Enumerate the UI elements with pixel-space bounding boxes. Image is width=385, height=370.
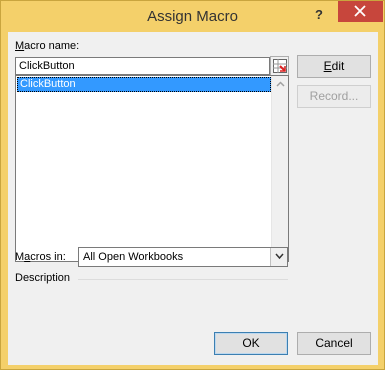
list-item[interactable]: ClickButton: [17, 77, 271, 92]
edit-button-accel: E: [323, 59, 332, 73]
help-icon: ?: [315, 7, 323, 22]
macro-list[interactable]: ClickButton: [15, 75, 289, 262]
macros-in-label-pre: M: [15, 251, 25, 263]
collapse-dialog-button[interactable]: [270, 56, 289, 76]
macro-name-label-text: acro name:: [24, 40, 80, 52]
description-text: [15, 285, 289, 325]
macros-in-dropdown-button[interactable]: [270, 248, 287, 266]
macros-in-label: Macros in:: [15, 251, 66, 263]
close-icon: [354, 5, 366, 17]
edit-button[interactable]: Edit: [297, 55, 371, 78]
description-divider: [78, 279, 288, 280]
macros-in-label-text: cros in:: [30, 251, 66, 263]
macros-in-value: All Open Workbooks: [83, 251, 184, 263]
macro-name-label-accel: M: [15, 40, 25, 52]
cancel-button[interactable]: Cancel: [297, 332, 371, 355]
macro-name-input[interactable]: ClickButton: [15, 57, 270, 75]
edit-button-label: dit: [331, 59, 345, 73]
macro-name-label: Macro name:: [15, 40, 79, 52]
scroll-up-icon[interactable]: [276, 80, 285, 89]
record-button[interactable]: Record...: [297, 85, 371, 108]
help-button[interactable]: ?: [307, 6, 331, 24]
assign-macro-dialog: Assign Macro ? Macro name: ClickButton C…: [0, 0, 385, 370]
title-bar[interactable]: Assign Macro ?: [1, 1, 384, 32]
description-label: Description: [15, 272, 71, 284]
close-button[interactable]: [338, 1, 383, 22]
range-select-icon: [273, 59, 287, 73]
macros-in-select[interactable]: All Open Workbooks: [78, 247, 288, 267]
chevron-down-icon: [275, 253, 284, 260]
vertical-scrollbar[interactable]: [271, 76, 288, 261]
dialog-body: Macro name: ClickButton ClickButton Edit…: [8, 32, 378, 365]
ok-button[interactable]: OK: [214, 332, 288, 355]
